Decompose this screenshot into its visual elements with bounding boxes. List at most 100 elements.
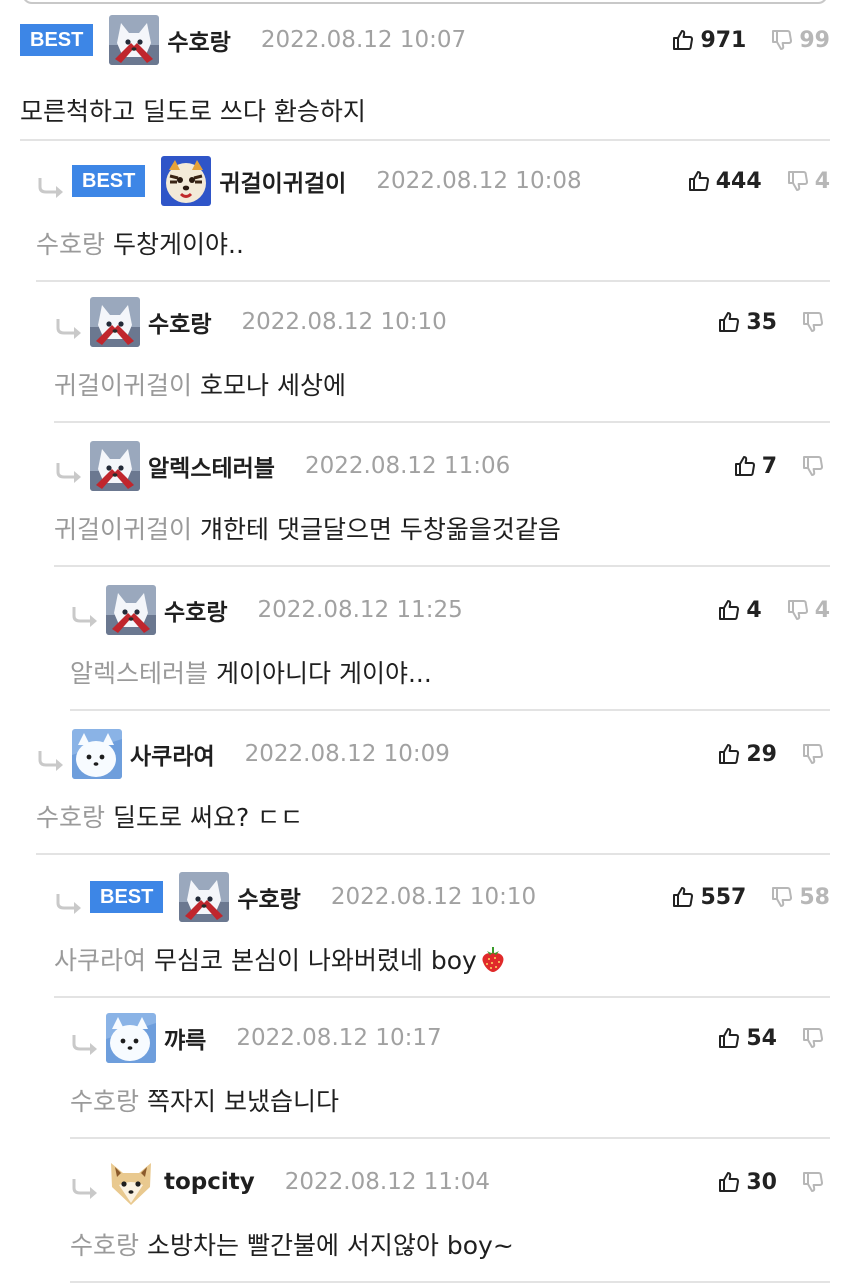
- comment-text: 두창게이야..: [113, 230, 244, 259]
- reply-arrow-icon: [54, 317, 84, 341]
- like-count: 4: [746, 597, 762, 623]
- thumbs-up-icon: [719, 1028, 740, 1049]
- like-button[interactable]: 35: [717, 310, 777, 335]
- mention[interactable]: 수호랑: [36, 230, 105, 259]
- dislike-button[interactable]: [801, 454, 830, 478]
- mention[interactable]: 사쿠라여: [54, 946, 146, 975]
- nickname[interactable]: 수호랑: [167, 23, 230, 57]
- nickname[interactable]: 수호랑: [148, 305, 211, 339]
- comment-text: 딜도로 써요? ㄷㄷ: [113, 803, 304, 832]
- avatar[interactable]: [106, 585, 156, 635]
- comment-body: 수호랑 쪽자지 보냈습니다: [70, 1082, 830, 1118]
- comment-item: BEST 수호랑 2022.08.12 10:07 971 99 모른척하고 딜도로 쓰다…: [20, 2, 830, 141]
- dislike-button[interactable]: 4: [786, 169, 830, 194]
- avatar[interactable]: [90, 297, 140, 347]
- comment-header: 알렉스테러블 2022.08.12 11:06: [54, 426, 830, 506]
- dislike-button[interactable]: [801, 742, 830, 766]
- comment-body: 모른척하고 딜도로 쓰다 환승하지: [20, 92, 830, 128]
- comment-header: topcity 2022.08.12 11:04: [70, 1142, 830, 1222]
- avatar[interactable]: [106, 1013, 156, 1063]
- thumbs-down-icon: [772, 29, 793, 50]
- like-count: 557: [700, 884, 747, 910]
- like-count: 29: [746, 741, 777, 767]
- thumbs-down-icon: [803, 743, 823, 764]
- thumbs-up-icon: [673, 30, 694, 51]
- timestamp: 2022.08.12 10:08: [376, 168, 582, 194]
- nickname[interactable]: 수호랑: [237, 880, 300, 914]
- dislike-button[interactable]: [801, 310, 830, 334]
- mention[interactable]: 수호랑: [36, 803, 105, 832]
- thumbs-up-icon: [734, 456, 755, 477]
- avatar[interactable]: [161, 156, 212, 206]
- nickname[interactable]: 수호랑: [164, 593, 227, 627]
- timestamp: 2022.08.12 10:10: [330, 884, 537, 910]
- vote-group: 971 99: [671, 2, 830, 78]
- mention[interactable]: 수호랑: [70, 1231, 139, 1260]
- avatar[interactable]: [90, 441, 140, 491]
- nickname[interactable]: topcity: [164, 1169, 255, 1195]
- timestamp: 2022.08.12 10:09: [244, 741, 450, 767]
- comment-text: 소방차는 빨간불에 서지않아 boy~: [147, 1231, 514, 1260]
- avatar[interactable]: [109, 15, 160, 65]
- vote-group: 29: [717, 714, 830, 794]
- dislike-count: 4: [814, 597, 830, 623]
- like-button[interactable]: 4: [717, 597, 762, 623]
- like-button[interactable]: 444: [687, 169, 762, 194]
- comment-item: 사쿠라여 2022.08.12 10:09 29 수호랑 딜도로 써요? ㄷㄷ: [36, 714, 830, 855]
- mention[interactable]: 수호랑: [70, 1087, 139, 1116]
- thumbs-up-icon: [688, 171, 709, 192]
- comment-body: 알렉스테러블 게이아니다 게이야...: [70, 654, 830, 690]
- thumbs-up-icon: [719, 1172, 740, 1193]
- like-button[interactable]: 971: [671, 28, 746, 53]
- timestamp: 2022.08.12 10:10: [241, 309, 447, 335]
- like-button[interactable]: 29: [717, 742, 777, 767]
- reply-arrow-icon: [70, 1177, 100, 1201]
- thumbs-up-icon: [673, 887, 694, 908]
- comment-body: 귀걸이귀걸이 호모나 세상에: [54, 366, 830, 402]
- mention[interactable]: 귀걸이귀걸이: [54, 515, 192, 544]
- thumbs-down-icon: [803, 1171, 823, 1192]
- timestamp: 2022.08.12 11:06: [304, 453, 511, 479]
- like-button[interactable]: 54: [717, 1026, 777, 1051]
- dislike-button[interactable]: 4: [786, 598, 830, 623]
- comment-header: 수호랑 2022.08.12 11:25: [70, 570, 830, 650]
- thumbs-up-icon: [719, 744, 740, 765]
- timestamp: 2022.08.12 10:07: [260, 27, 467, 53]
- comment-text: 게이아니다 게이야...: [216, 659, 432, 688]
- reply-arrow-icon: [36, 749, 66, 773]
- thumbs-down-icon: [772, 886, 793, 907]
- like-button[interactable]: 7: [733, 454, 777, 479]
- dislike-button[interactable]: 99: [770, 28, 830, 53]
- thumbs-down-icon: [787, 170, 808, 191]
- vote-group: 35: [717, 282, 830, 362]
- dislike-button[interactable]: [801, 1170, 830, 1194]
- avatar[interactable]: [72, 729, 122, 779]
- thumbs-down-icon: [803, 1027, 823, 1048]
- avatar[interactable]: [106, 1157, 156, 1207]
- vote-group: 557 58: [671, 857, 830, 937]
- dislike-count: 99: [799, 27, 830, 53]
- like-button[interactable]: 557: [671, 885, 746, 910]
- comment-text: 쪽자지 보냈습니다: [147, 1087, 339, 1116]
- thumbs-up-icon: [719, 312, 740, 333]
- dislike-button[interactable]: [801, 1026, 830, 1050]
- nickname[interactable]: 꺄륵: [164, 1021, 206, 1055]
- nickname[interactable]: 귀걸이귀걸이: [219, 164, 346, 198]
- thumbs-up-icon: [719, 600, 740, 621]
- dislike-button[interactable]: 58: [770, 885, 830, 910]
- vote-group: 54: [717, 998, 830, 1078]
- timestamp: 2022.08.12 10:17: [236, 1025, 442, 1051]
- mention[interactable]: 알렉스테러블: [70, 659, 208, 688]
- comment-item: BEST 수호랑 2022.08.12 10:10 557 58 사쿠라여 무심코 본심이 …: [54, 857, 830, 998]
- like-button[interactable]: 30: [717, 1170, 777, 1195]
- comment-item: topcity 2022.08.12 11:04 30 수호랑 소방차는 빨간불에 서지…: [70, 1142, 830, 1283]
- comment-text: 모른척하고 딜도로 쓰다 환승하지: [20, 97, 366, 126]
- like-count: 30: [746, 1169, 777, 1195]
- nickname[interactable]: 사쿠라여: [130, 737, 215, 771]
- mention[interactable]: 귀걸이귀걸이: [54, 371, 192, 400]
- comment-text: 호모나 세상에: [200, 371, 346, 400]
- comment-item: BEST 귀걸이귀걸이 2022.08.12 10:08 444 4 수호랑 두창게이야..: [36, 141, 830, 282]
- avatar[interactable]: [179, 872, 230, 922]
- comment-text: 걔한테 댓글달으면 두창옮을것같음: [200, 515, 561, 544]
- nickname[interactable]: 알렉스테러블: [148, 449, 275, 483]
